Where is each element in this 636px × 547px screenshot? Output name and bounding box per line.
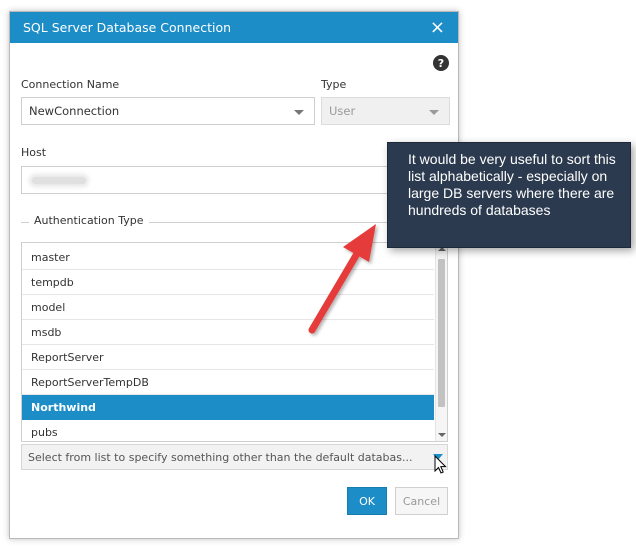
annotation-arrow <box>308 224 376 334</box>
annotation-text: It would be very useful to sort this lis… <box>408 151 616 218</box>
annotation-callout: It would be very useful to sort this lis… <box>387 142 631 248</box>
